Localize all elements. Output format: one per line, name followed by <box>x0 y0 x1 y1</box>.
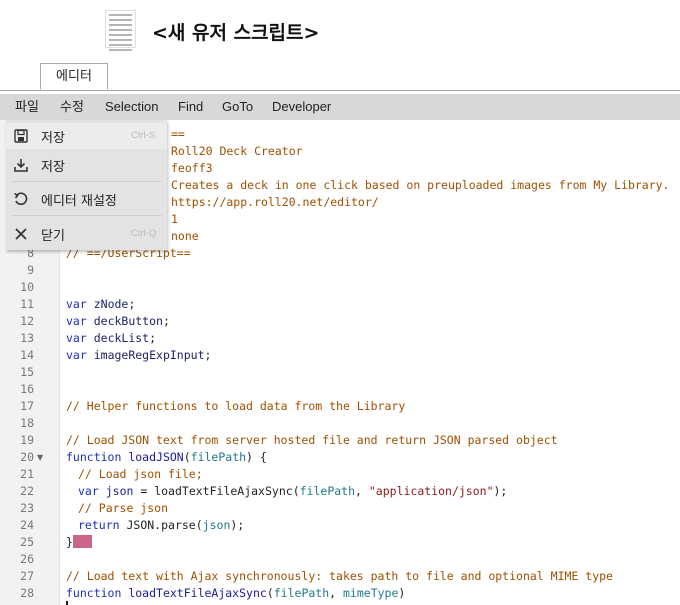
menu-item-label: 저장 <box>41 160 65 175</box>
menu-goto[interactable]: GoTo <box>222 94 253 120</box>
download-icon <box>13 157 29 173</box>
line-number: 19 <box>20 433 34 447</box>
code-fragment: Creates a deck in one click based on pre… <box>171 178 670 192</box>
line-number: 22 <box>20 484 34 498</box>
menu-edit[interactable]: 수정 <box>60 94 84 120</box>
code-line: var deckButton; <box>66 314 170 328</box>
menu-item-save-export[interactable]: 저장 <box>6 152 167 178</box>
line-number: 21 <box>20 467 34 481</box>
line-number: 24 <box>20 518 34 532</box>
code-fragment: 1 <box>171 212 178 226</box>
code-line: // Parse json <box>78 501 169 515</box>
tab-editor[interactable]: 에디터 <box>40 63 108 90</box>
line-number: 26 <box>20 552 34 566</box>
menu-divider <box>12 215 162 216</box>
code-fragment: none <box>171 229 199 243</box>
line-number: 20 <box>20 450 34 464</box>
code-line: // Load text with Ajax synchronously: ta… <box>66 569 613 583</box>
menu-find[interactable]: Find <box>178 94 203 120</box>
menu-item-save[interactable]: 저장 Ctrl-S <box>6 123 167 149</box>
menu-selection[interactable]: Selection <box>105 94 158 120</box>
line-number: 23 <box>20 501 34 515</box>
code-fragment: Roll20 Deck Creator <box>171 144 303 158</box>
bracket-match-highlight <box>73 535 92 548</box>
fold-arrow-icon[interactable]: ▼ <box>37 453 43 462</box>
tab-bar: 에디터 <box>0 60 680 91</box>
code-fragment: https://app.roll20.net/editor/ <box>171 195 379 209</box>
code-line: var deckList; <box>66 331 157 345</box>
line-number: 10 <box>20 280 34 294</box>
shortcut-label: Ctrl-S <box>131 130 156 141</box>
userscript-document-logo-icon <box>105 10 136 51</box>
menu-item-reset-editor[interactable]: 에디터 재설정 <box>6 186 167 212</box>
line-number: 28 <box>20 586 34 600</box>
line-number: 15 <box>20 365 34 379</box>
code-line: function loadJSON(filePath) { <box>66 450 267 464</box>
line-number: 16 <box>20 382 34 396</box>
menu-item-label: 저장 <box>41 131 65 146</box>
menu-bar: 파일 수정 Selection Find GoTo Developer <box>0 94 680 120</box>
code-line: // Load JSON text from server hosted fil… <box>66 433 558 447</box>
menu-file[interactable]: 파일 <box>15 94 39 120</box>
code-line: // Helper functions to load data from th… <box>66 399 406 413</box>
line-number: 25 <box>20 535 34 549</box>
code-line: function loadTextFileAjaxSync(filePath, … <box>66 586 406 600</box>
undo-icon <box>13 191 29 207</box>
close-icon <box>13 226 29 242</box>
line-number: 9 <box>27 263 34 277</box>
menu-item-label: 에디터 재설정 <box>41 194 117 209</box>
line-number: 13 <box>20 331 34 345</box>
menu-divider <box>12 181 162 182</box>
page-title: <새 유저 스크립트> <box>152 22 320 44</box>
line-number: 27 <box>20 569 34 583</box>
menu-item-close[interactable]: 닫기 Ctrl-Q <box>6 221 167 247</box>
code-line: } <box>66 535 73 549</box>
code-line: var json = loadTextFileAjaxSync(filePath… <box>78 484 508 498</box>
code-fragment: == <box>171 127 185 141</box>
line-number: 11 <box>20 297 34 311</box>
file-dropdown-menu: 저장 Ctrl-S 저장 에디터 재설정 닫기 Ctrl-Q <box>6 120 167 250</box>
code-continuation <box>66 601 68 605</box>
line-number: 18 <box>20 416 34 430</box>
menu-item-label: 닫기 <box>41 229 65 244</box>
code-line: var imageRegExpInput; <box>66 348 212 362</box>
menu-developer[interactable]: Developer <box>272 94 331 120</box>
line-number: 12 <box>20 314 34 328</box>
code-line: return JSON.parse(json); <box>78 518 245 532</box>
code-line: // Load json file; <box>78 467 203 481</box>
app-header: <새 유저 스크립트> <box>0 0 680 60</box>
code-line: var zNode; <box>66 297 136 311</box>
line-number: 17 <box>20 399 34 413</box>
line-number: 14 <box>20 348 34 362</box>
code-fragment: feoff3 <box>171 161 213 175</box>
shortcut-label: Ctrl-Q <box>131 228 157 239</box>
floppy-disk-icon <box>13 128 29 144</box>
